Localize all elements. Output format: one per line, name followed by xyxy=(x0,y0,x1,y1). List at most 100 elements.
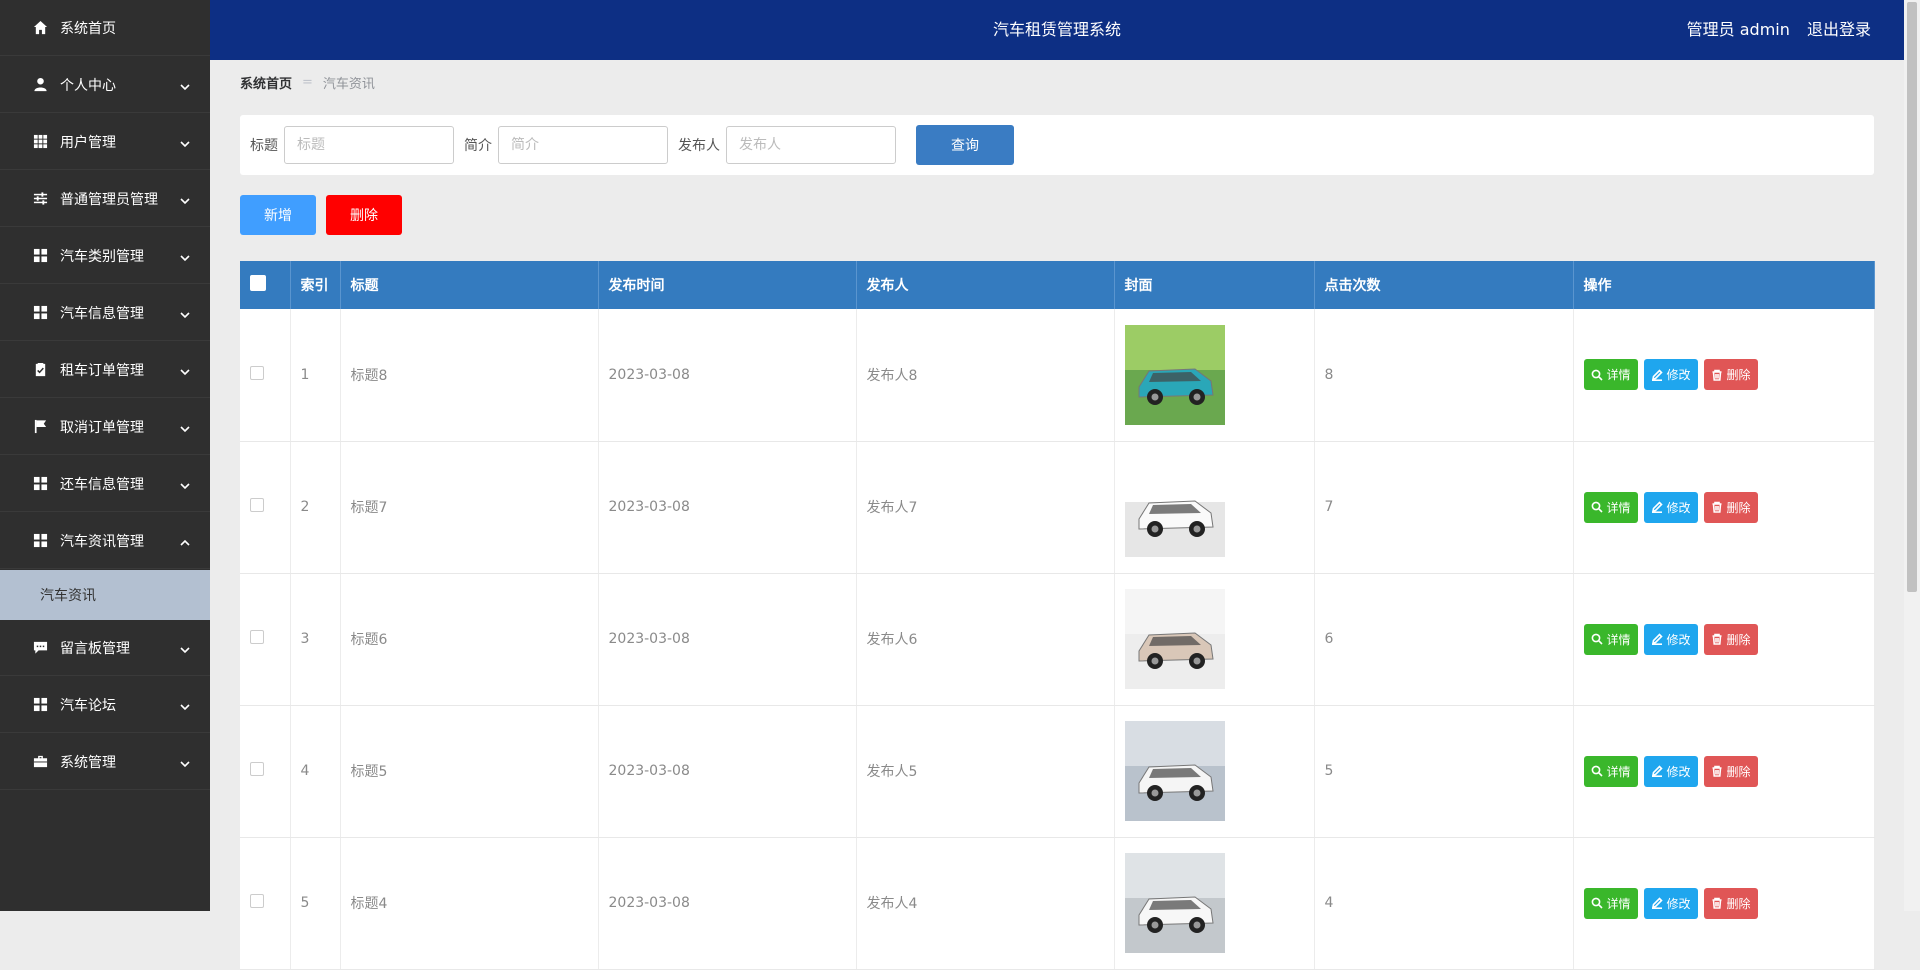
row-select-cell[interactable] xyxy=(240,705,291,838)
title-cell: 标题8 xyxy=(340,309,599,442)
select-all-checkbox[interactable] xyxy=(250,275,266,291)
row-select-cell[interactable] xyxy=(240,573,291,706)
index-cell: 1 xyxy=(290,309,341,442)
logout-link[interactable]: 退出登录 xyxy=(1807,20,1871,39)
cover-image[interactable] xyxy=(1124,324,1225,425)
sidebar-item-message-board[interactable]: 留言板管理 xyxy=(0,620,210,676)
remove-button[interactable]: 删除 xyxy=(1703,887,1758,919)
pencil-icon xyxy=(1651,633,1663,645)
cover-image[interactable] xyxy=(1124,853,1225,953)
clicks-cell: 5 xyxy=(1314,705,1574,838)
row-checkbox[interactable] xyxy=(250,762,264,776)
column-header: 发布时间 xyxy=(598,261,857,309)
clicks-cell: 7 xyxy=(1314,441,1574,574)
detail-button[interactable]: 详情 xyxy=(1583,755,1638,787)
cover-image[interactable] xyxy=(1124,721,1225,821)
apps-icon xyxy=(32,476,48,492)
row-select-cell[interactable] xyxy=(240,441,291,574)
cover-image[interactable] xyxy=(1124,589,1225,689)
chevron-down-icon xyxy=(180,700,190,710)
intro-label: 简介 xyxy=(464,138,492,154)
sidebar-item-car-info[interactable]: 汽车信息管理 xyxy=(0,285,210,341)
remove-button[interactable]: 删除 xyxy=(1703,359,1758,391)
publisher-cell: 发布人4 xyxy=(856,837,1115,970)
cover-cell xyxy=(1114,705,1315,838)
sidebar-item-system-management[interactable]: 系统管理 xyxy=(0,734,210,790)
detail-button[interactable]: 详情 xyxy=(1583,491,1638,523)
sidebar-item-car-news-management[interactable]: 汽车资讯管理 xyxy=(0,513,210,569)
sidebar-item-admin-management[interactable]: 普通管理员管理 xyxy=(0,171,210,227)
select-all-cell[interactable] xyxy=(240,261,291,309)
column-header: 索引 xyxy=(290,261,341,309)
column-header: 封面 xyxy=(1114,261,1315,309)
edit-button[interactable]: 修改 xyxy=(1643,623,1698,655)
add-button[interactable]: 新增 xyxy=(240,195,316,235)
edit-button[interactable]: 修改 xyxy=(1643,887,1698,919)
top-header: 汽车租赁管理系统 管理员 admin 退出登录 xyxy=(210,0,1904,60)
remove-button[interactable]: 删除 xyxy=(1703,755,1758,787)
chevron-down-icon xyxy=(180,251,190,261)
sidebar-item-cancel-orders[interactable]: 取消订单管理 xyxy=(0,399,210,455)
query-button[interactable]: 查询 xyxy=(916,125,1014,165)
publisher-search-input[interactable] xyxy=(726,126,896,164)
clicks-cell: 6 xyxy=(1314,573,1574,706)
chevron-up-icon xyxy=(180,536,190,546)
sidebar-item-personal-center[interactable]: 个人中心 xyxy=(0,57,210,113)
sidebar-subitem-car-news[interactable]: 汽车资讯 xyxy=(0,570,210,620)
row-checkbox[interactable] xyxy=(250,498,264,512)
sidebar-item-label: 汽车信息管理 xyxy=(60,305,144,322)
chevron-down-icon xyxy=(180,479,190,489)
row-checkbox[interactable] xyxy=(250,365,264,380)
chevron-down-icon xyxy=(180,422,190,432)
cover-image[interactable] xyxy=(1124,457,1225,557)
sidebar-item-return-info[interactable]: 还车信息管理 xyxy=(0,456,210,512)
sidebar-item-home[interactable]: 系统首页 xyxy=(0,0,210,56)
edit-label: 修改 xyxy=(1666,368,1691,383)
detail-button[interactable]: 详情 xyxy=(1583,359,1638,391)
main-content: 系统首页 = 汽车资讯 标题 简介 发布人 查询 新增 删除 索引 标题 发布时… xyxy=(240,60,1875,970)
search-icon xyxy=(1591,369,1603,381)
title-search-input[interactable] xyxy=(284,126,454,164)
title-cell: 标题5 xyxy=(340,705,599,838)
row-checkbox[interactable] xyxy=(250,630,264,644)
clipboard-icon xyxy=(32,362,48,378)
trash-icon xyxy=(1712,897,1722,909)
page-scrollbar[interactable] xyxy=(1904,0,1920,911)
sidebar-item-rental-orders[interactable]: 租车订单管理 xyxy=(0,342,210,398)
sidebar-item-car-forum[interactable]: 汽车论坛 xyxy=(0,677,210,733)
row-checkbox[interactable] xyxy=(250,894,264,908)
search-icon xyxy=(1591,633,1603,645)
breadcrumb-home[interactable]: 系统首页 xyxy=(240,73,292,92)
edit-button[interactable]: 修改 xyxy=(1643,359,1698,391)
app-title: 汽车租赁管理系统 xyxy=(992,20,1121,39)
briefcase-icon xyxy=(32,754,48,770)
row-select-cell[interactable] xyxy=(240,309,291,442)
row-select-cell[interactable] xyxy=(240,837,291,970)
index-cell: 3 xyxy=(290,573,341,706)
scrollbar-thumb[interactable] xyxy=(1907,2,1917,592)
operations-cell: 详情 修改 删除 xyxy=(1573,705,1875,838)
edit-button[interactable]: 修改 xyxy=(1643,755,1698,787)
chevron-down-icon xyxy=(180,365,190,375)
index-cell: 4 xyxy=(290,705,341,838)
sidebar-item-user-management[interactable]: 用户管理 xyxy=(0,114,210,170)
trash-icon xyxy=(1712,501,1722,513)
search-icon xyxy=(1591,765,1603,777)
pencil-icon xyxy=(1651,501,1663,513)
chevron-down-icon xyxy=(180,137,190,147)
sidebar-item-label: 个人中心 xyxy=(60,77,116,94)
date-cell: 2023-03-08 xyxy=(598,441,857,574)
chevron-down-icon xyxy=(180,80,190,90)
sidebar-item-car-category[interactable]: 汽车类别管理 xyxy=(0,228,210,284)
publisher-cell: 发布人8 xyxy=(856,309,1115,442)
search-panel: 标题 简介 发布人 查询 xyxy=(240,115,1874,175)
remove-button[interactable]: 删除 xyxy=(1703,491,1758,523)
batch-delete-button[interactable]: 删除 xyxy=(326,195,402,235)
table-row: 4 标题5 2023-03-08 发布人5 5 详情 修改 删除 xyxy=(240,705,1875,838)
intro-search-input[interactable] xyxy=(498,126,668,164)
apps-icon xyxy=(32,248,48,264)
edit-button[interactable]: 修改 xyxy=(1643,491,1698,523)
remove-button[interactable]: 删除 xyxy=(1703,623,1758,655)
detail-button[interactable]: 详情 xyxy=(1583,887,1638,919)
detail-button[interactable]: 详情 xyxy=(1583,623,1638,655)
